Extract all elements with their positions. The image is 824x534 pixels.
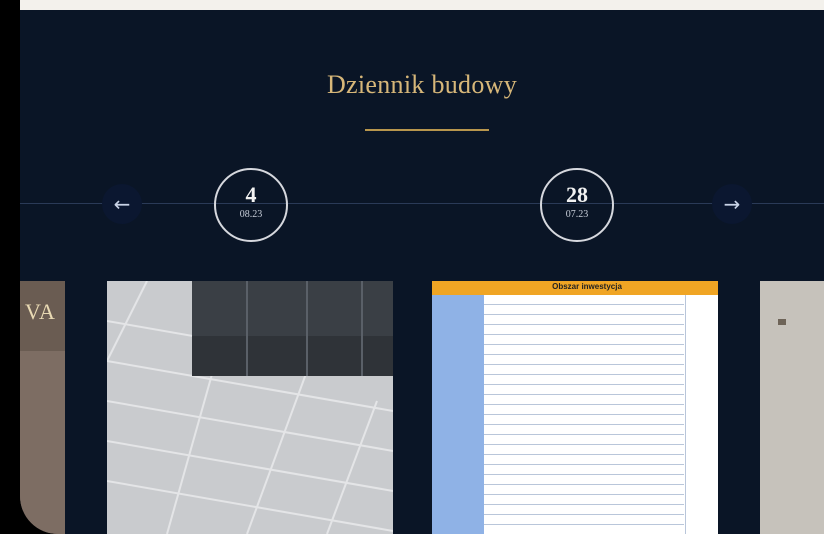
gallery-image-right[interactable] — [760, 281, 824, 534]
thumb-image-area — [20, 351, 65, 534]
thumb-detail — [778, 319, 786, 325]
thumb-text: VA — [25, 299, 56, 324]
table-header-bar: Obszar inwestycja — [432, 281, 718, 295]
arrow-left-icon: ← — [113, 192, 131, 216]
table-blue-column — [432, 295, 484, 534]
entry-date: 07.23 — [565, 209, 589, 220]
construction-diary-section: Dziennik budowy ← 4 08.23 28 07.23 → VA — [20, 0, 824, 534]
title-underline — [365, 129, 489, 131]
entry-day: 28 — [566, 182, 588, 207]
gallery-image-left[interactable]: VA — [20, 281, 65, 534]
table-right-column — [685, 295, 718, 534]
top-bar — [20, 0, 824, 10]
gallery-image-table[interactable]: Obszar inwestycja — [432, 281, 718, 534]
section-title: Dziennik budowy — [326, 70, 518, 99]
timeline-entry-2[interactable]: 28 07.23 — [540, 168, 614, 242]
table-header-text: Obszar inwestycja — [552, 282, 622, 291]
entry-date: 08.23 — [239, 209, 263, 220]
entry-day: 4 — [245, 182, 257, 207]
gallery-image-pavers[interactable] — [107, 281, 393, 534]
table-rows — [484, 295, 718, 534]
next-button[interactable]: → — [712, 184, 752, 224]
timeline-entry-1[interactable]: 4 08.23 — [214, 168, 288, 242]
arrow-right-icon: → — [723, 192, 741, 216]
pavers-photo — [107, 281, 393, 534]
prev-button[interactable]: ← — [102, 184, 142, 224]
